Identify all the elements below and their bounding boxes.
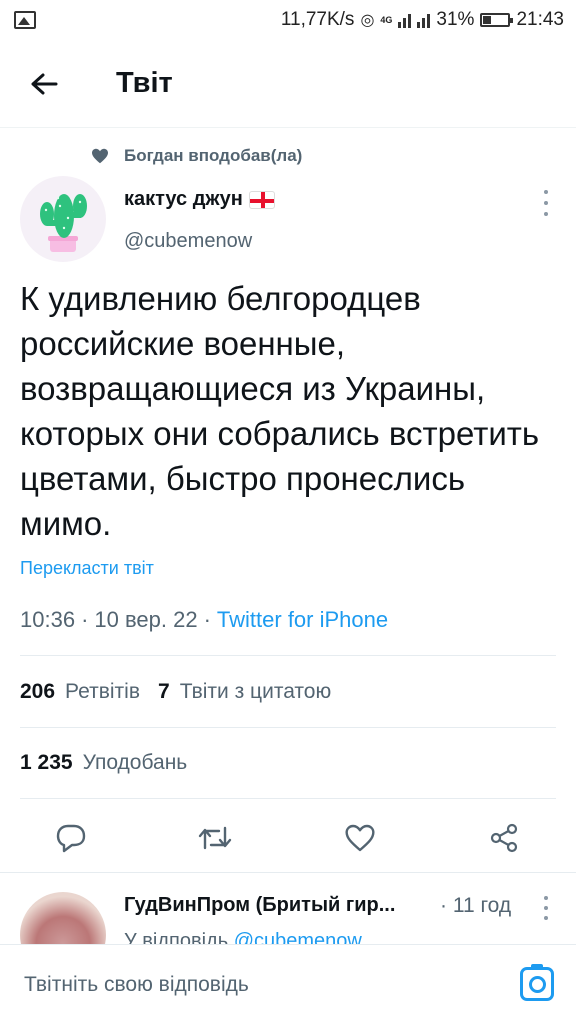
likes-count: 1 235 [20, 751, 73, 774]
tweet-actions [0, 810, 576, 866]
share-icon [490, 823, 518, 853]
like-button[interactable] [340, 818, 380, 858]
tweet-metadata: 10:36 · 10 вер. 22 · Twitter for iPhone [20, 607, 388, 633]
retweets-label: Ретвітів [65, 680, 140, 703]
battery-percent: 31% [436, 9, 475, 30]
likes-stat[interactable]: 1 235 Уподобань [20, 751, 187, 775]
replying-to-handle[interactable]: @cubemenow [234, 930, 362, 944]
likes-label: Уподобань [82, 751, 188, 774]
page-title: Твіт [116, 67, 173, 99]
more-options-icon[interactable] [542, 190, 550, 216]
heart-filled-icon [90, 147, 110, 165]
gallery-notification-icon [14, 11, 36, 29]
social-context-label: Богдан вподобав(ла) [124, 146, 303, 165]
georgia-flag-icon [248, 190, 275, 209]
tweet-time: 10:36 [20, 607, 76, 632]
reply-icon [56, 824, 86, 853]
divider [20, 727, 556, 728]
reply-author-name[interactable]: ГудВинПром (Бритый гир... [124, 894, 434, 917]
author-name[interactable]: кактус джун [124, 188, 275, 211]
replying-to: У відповідь @cubemenow [124, 930, 362, 944]
like-stats: 1 235 Уподобань [20, 751, 187, 775]
share-button[interactable] [484, 818, 524, 858]
back-button[interactable] [14, 54, 74, 114]
author-handle[interactable]: @cubemenow [124, 230, 252, 253]
reply-more-options-icon[interactable] [542, 896, 550, 920]
status-indicators: 11,77K/s ◎ 4G 31% 21:43 [281, 9, 564, 31]
reply-time: · 11 год [440, 894, 512, 917]
signal-icon [398, 12, 412, 28]
tweet-date: 10 вер. 22 [94, 607, 198, 632]
replying-to-label: У відповідь [124, 930, 229, 944]
tweet-source-link[interactable]: Twitter for iPhone [217, 607, 388, 633]
arrow-left-icon [31, 73, 58, 94]
cactus-avatar-image [40, 194, 87, 252]
signal-icon-2 [417, 12, 431, 28]
retweet-button[interactable] [195, 818, 235, 858]
hotspot-icon: ◎ [360, 12, 375, 29]
retweets-stat[interactable]: 206 Ретвітів [20, 680, 140, 704]
separator: · [81, 607, 89, 632]
divider [0, 872, 576, 873]
top-app-bar: Твіт [0, 40, 576, 128]
heart-icon [345, 824, 375, 852]
retweet-stats: 206 Ретвітів 7 Твіти з цитатою [20, 680, 331, 704]
translate-tweet-link[interactable]: Перекласти твіт [20, 558, 154, 579]
tweet-text: К удивлению белгородцев российские военн… [20, 280, 540, 542]
reply-button[interactable] [51, 818, 91, 858]
author-display-name: кактус джун [124, 188, 243, 210]
camera-icon[interactable] [520, 964, 554, 1001]
reply-input[interactable]: Твітніть свою відповідь [24, 973, 249, 997]
status-bar: 11,77K/s ◎ 4G 31% 21:43 [0, 0, 576, 40]
retweet-icon [198, 826, 232, 850]
network-type: 4G [380, 15, 393, 25]
quotes-stat[interactable]: 7 Твіти з цитатою [158, 680, 331, 704]
divider [20, 655, 556, 656]
quotes-count: 7 [158, 680, 170, 703]
divider [20, 798, 556, 799]
network-speed: 11,77K/s [280, 9, 355, 30]
clock: 21:43 [516, 9, 564, 30]
separator: · [203, 607, 211, 632]
social-context[interactable]: Богдан вподобав(ла) [90, 146, 302, 166]
quotes-label: Твіти з цитатою [179, 680, 332, 703]
battery-icon [480, 13, 514, 27]
author-avatar[interactable] [20, 176, 106, 262]
retweets-count: 206 [20, 680, 56, 703]
reply-compose-bar[interactable]: Твітніть свою відповідь [0, 944, 576, 1024]
